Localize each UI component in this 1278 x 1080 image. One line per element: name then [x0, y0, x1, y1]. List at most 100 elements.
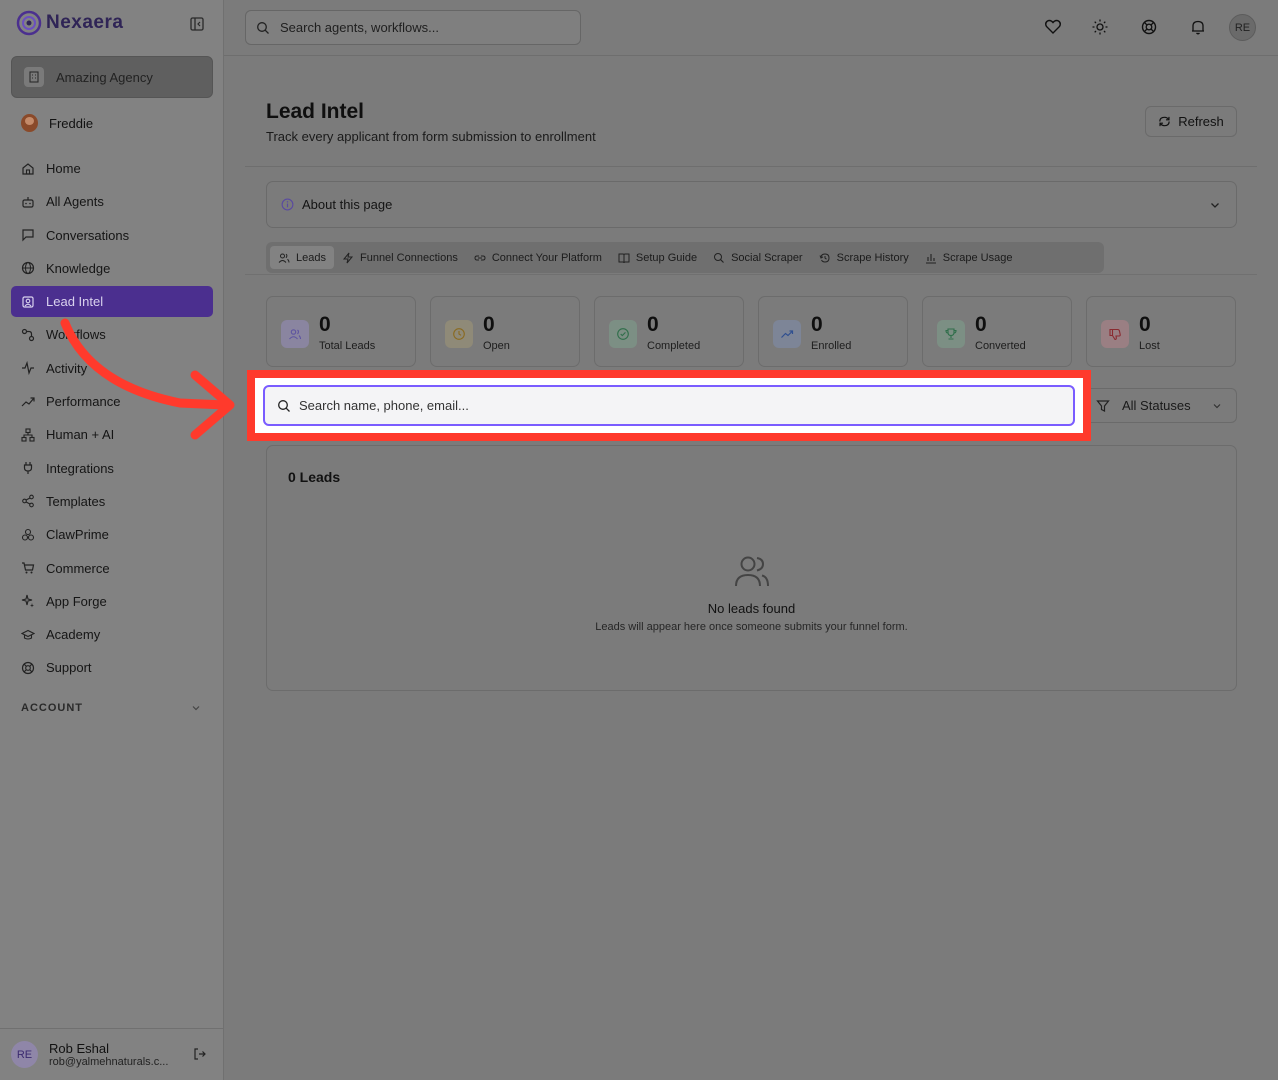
agency-switcher[interactable]: Amazing Agency	[11, 56, 213, 98]
link-icon	[474, 255, 486, 260]
tab-label: Scrape History	[836, 251, 909, 264]
sidebar-item-label: Home	[46, 161, 81, 176]
trend-up-icon	[773, 320, 801, 348]
sidebar-item-all-agents[interactable]: All Agents	[11, 186, 213, 217]
sidebar-item-label: Support	[46, 660, 92, 676]
divider	[245, 274, 1257, 275]
about-page-accordion[interactable]: About this page	[266, 181, 1237, 228]
bell-icon[interactable]	[1189, 18, 1207, 36]
workflow-icon	[21, 328, 35, 342]
sidebar-item-label: All Agents	[46, 194, 104, 210]
current-user[interactable]: Freddie	[21, 114, 93, 132]
sidebar-collapse-icon[interactable]	[189, 16, 205, 32]
clock-icon	[445, 320, 473, 348]
tab-label: Connect Your Platform	[491, 251, 602, 264]
tab-label: Funnel Connections	[359, 251, 458, 264]
logout-icon[interactable]	[193, 1047, 207, 1061]
tab-connect-your-platform[interactable]: Connect Your Platform	[466, 246, 610, 269]
trophy-icon	[937, 320, 965, 348]
sidebar-item-commerce[interactable]: Commerce	[11, 553, 213, 584]
sidebar-item-integrations[interactable]: Integrations	[11, 453, 213, 484]
lifebuoy-icon	[21, 661, 35, 675]
plug-icon	[23, 462, 33, 475]
brand-name: Nexaera	[46, 12, 124, 33]
page-title: Lead Intel	[266, 100, 365, 123]
stat-card-open: 0 Open	[430, 296, 580, 367]
refresh-button[interactable]: Refresh	[1145, 106, 1237, 137]
stat-card-enrolled: 0 Enrolled	[758, 296, 908, 367]
page-subtitle: Track every applicant from form submissi…	[266, 129, 596, 144]
avatar: RE	[11, 1041, 38, 1068]
sidebar-item-clawprime[interactable]: ClawPrime	[11, 519, 213, 550]
bar-chart-icon	[925, 253, 936, 264]
stat-value: 0	[1139, 313, 1151, 336]
sparkle-icon	[21, 595, 34, 608]
globe-icon	[21, 262, 35, 275]
empty-state-title: No leads found	[707, 601, 796, 616]
status-filter-select[interactable]: All Statuses	[1091, 388, 1237, 423]
sidebar-item-label: Lead Intel	[46, 294, 104, 310]
support-lifebuoy-icon[interactable]	[1140, 18, 1158, 36]
check-circle-icon	[609, 320, 637, 348]
sidebar-item-label: Integrations	[46, 460, 114, 476]
tab-funnel-connections[interactable]: Funnel Connections	[334, 246, 466, 269]
cart-icon	[22, 562, 35, 574]
stat-card-completed: 0 Completed	[594, 296, 744, 367]
sidebar-item-knowledge[interactable]: Knowledge	[11, 253, 213, 284]
stat-label: Converted	[975, 340, 1026, 352]
annotation-arrow-icon	[60, 318, 235, 440]
sidebar-item-label: Academy	[46, 627, 101, 643]
global-search-input[interactable]: Search agents, workflows...	[245, 10, 581, 45]
sidebar-item-label: Knowledge	[46, 260, 111, 276]
filter-icon	[1096, 399, 1110, 412]
tab-label: Leads	[296, 251, 326, 264]
stat-label: Total Leads	[319, 340, 376, 352]
sidebar-item-conversations[interactable]: Conversations	[11, 220, 213, 251]
tab-social-scraper[interactable]: Social Scraper	[705, 246, 811, 269]
graduation-icon	[21, 629, 35, 640]
stat-value: 0	[647, 313, 659, 336]
avatar	[21, 114, 38, 132]
tab-scrape-history[interactable]: Scrape History	[811, 246, 917, 269]
users-icon	[735, 556, 769, 587]
account-label: ACCOUNT	[21, 702, 83, 714]
tab-leads[interactable]: Leads	[270, 246, 334, 269]
stat-label: Lost	[1139, 340, 1160, 352]
cluster-icon	[21, 528, 35, 541]
stat-card-total-leads: 0 Total Leads	[266, 296, 416, 367]
account-footer[interactable]: RE Rob Eshal rob@yalmehnaturals.c...	[0, 1028, 224, 1080]
sidebar-item-home[interactable]: Home	[11, 153, 213, 184]
users-icon	[278, 253, 290, 263]
sidebar-item-lead-intel[interactable]: Lead Intel	[11, 286, 213, 318]
avatar[interactable]: RE	[1229, 14, 1256, 41]
heart-icon[interactable]	[1044, 18, 1062, 36]
divider	[245, 166, 1257, 167]
activity-icon	[22, 361, 34, 376]
share-icon	[22, 495, 34, 508]
leads-count: 0 Leads	[288, 469, 341, 485]
building-icon	[24, 67, 44, 87]
stat-card-converted: 0 Converted	[922, 296, 1072, 367]
brand[interactable]: Nexaera	[16, 10, 123, 36]
stat-card-lost: 0 Lost	[1086, 296, 1236, 367]
sidebar-item-support[interactable]: Support	[11, 652, 213, 683]
sidebar-item-app-forge[interactable]: App Forge	[11, 586, 213, 617]
tab-setup-guide[interactable]: Setup Guide	[610, 246, 705, 269]
theme-sun-icon[interactable]	[1091, 18, 1109, 36]
tab-scrape-usage[interactable]: Scrape Usage	[917, 246, 1021, 269]
tab-label: Setup Guide	[635, 251, 698, 264]
bot-icon	[22, 196, 34, 208]
chevron-down-icon	[192, 706, 200, 711]
sidebar-item-label: App Forge	[46, 593, 107, 609]
leads-card: 0 Leads No leads found Leads will appear…	[266, 445, 1237, 691]
account-section-toggle[interactable]: ACCOUNT	[21, 702, 201, 714]
sidebar-item-templates[interactable]: Templates	[11, 486, 213, 517]
sidebar-item-academy[interactable]: Academy	[11, 619, 213, 650]
stat-label: Open	[483, 340, 510, 352]
empty-state-subtitle: Leads will appear here once someone subm…	[595, 621, 908, 633]
sidebar-item-label: Commerce	[46, 560, 110, 576]
thumbs-down-icon	[1101, 320, 1129, 348]
lead-search-input[interactable]	[299, 398, 1039, 413]
search-icon	[257, 21, 269, 34]
stat-value: 0	[811, 313, 823, 336]
